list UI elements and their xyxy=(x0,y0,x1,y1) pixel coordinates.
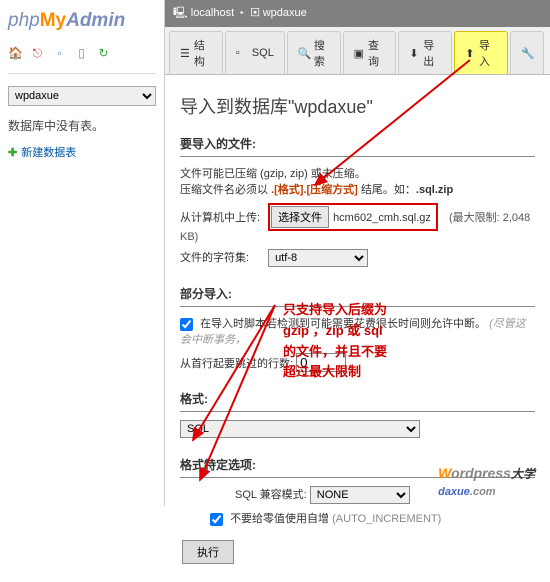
execute-button[interactable]: 执行 xyxy=(182,540,234,564)
breadcrumb: 🖳 localhost ▸ ▣ wpdaxue xyxy=(165,0,550,27)
tab-import[interactable]: ⬆导入 xyxy=(454,31,508,74)
choose-file-button[interactable]: 选择文件 xyxy=(271,206,329,228)
sql-icon[interactable]: ▫ xyxy=(52,46,67,61)
auto-increment-checkbox[interactable] xyxy=(210,513,223,526)
sidebar-toolbar: 🏠 ⎋ ▫ ▯ ↻ xyxy=(8,42,156,67)
auto-increment-label: 不要给零值使用自增 xyxy=(230,513,329,525)
import-icon: ⬆ xyxy=(465,47,475,59)
file-chooser-group: 选择文件hcm602_cmh.sql.gz xyxy=(268,203,438,231)
tab-structure[interactable]: ☰结构 xyxy=(169,31,223,74)
doc-icon[interactable]: ▯ xyxy=(74,46,89,61)
partial-import-header: 部分导入: xyxy=(180,281,535,307)
format-select[interactable]: SQL xyxy=(180,420,420,438)
tab-more[interactable]: 🔧 xyxy=(510,31,544,74)
compat-select[interactable]: NONE xyxy=(310,486,410,504)
allow-interrupt-checkbox[interactable] xyxy=(180,318,193,331)
tab-search[interactable]: 🔍搜索 xyxy=(287,31,341,74)
export-icon: ⬇ xyxy=(409,47,419,59)
chosen-file-name: hcm602_cmh.sql.gz xyxy=(329,210,435,226)
search-icon: 🔍 xyxy=(298,47,310,59)
database-select[interactable]: wpdaxue xyxy=(8,86,156,106)
reload-icon[interactable]: ↻ xyxy=(96,46,111,61)
tab-query[interactable]: ▣查询 xyxy=(343,31,397,74)
tabs-bar: ☰结构 ▫SQL 🔍搜索 ▣查询 ⬇导出 ⬆导入 🔧 xyxy=(165,27,550,75)
no-tables-text: 数据库中没有表。 xyxy=(8,112,156,139)
logo: phpMyAdmin xyxy=(8,4,156,42)
query-icon: ▣ xyxy=(354,47,364,59)
charset-label: 文件的字符集: xyxy=(180,249,265,265)
structure-icon: ☰ xyxy=(180,47,190,59)
compress-note: 文件可能已压缩 (gzip, zip) 或未压缩。 压缩文件名必须以 .[格式]… xyxy=(180,165,535,197)
breadcrumb-db[interactable]: wpdaxue xyxy=(263,7,307,19)
exit-icon[interactable]: ⎋ xyxy=(30,46,45,61)
tab-sql[interactable]: ▫SQL xyxy=(225,31,285,74)
breadcrumb-host[interactable]: localhost xyxy=(191,7,234,19)
page-title: 导入到数据库"wpdaxue" xyxy=(180,85,535,131)
skip-rows-input[interactable] xyxy=(296,353,346,372)
tab-export[interactable]: ⬇导出 xyxy=(398,31,452,74)
upload-label: 从计算机中上传: xyxy=(180,209,265,225)
charset-select[interactable]: utf-8 xyxy=(268,249,368,267)
plus-icon: ✚ xyxy=(8,147,17,159)
watermark: Wordpress大学 daxue.com xyxy=(438,465,535,498)
compat-label: SQL 兼容模式: xyxy=(235,489,307,501)
db-icon: ▣ xyxy=(250,7,259,19)
skip-rows-label: 从首行起要跳过的行数: xyxy=(180,358,293,370)
new-table-link[interactable]: ✚新建数据表 xyxy=(8,139,156,165)
interrupt-label: 在导入时脚本若检测到可能需要花费很长时间则允许中断。 xyxy=(200,318,486,330)
format-header: 格式: xyxy=(180,386,535,412)
home-icon[interactable]: 🏠 xyxy=(8,46,23,61)
server-icon: 🖳 xyxy=(173,7,188,19)
import-file-header: 要导入的文件: xyxy=(180,131,535,157)
wrench-icon: 🔧 xyxy=(521,47,533,59)
sql-icon: ▫ xyxy=(236,47,248,59)
